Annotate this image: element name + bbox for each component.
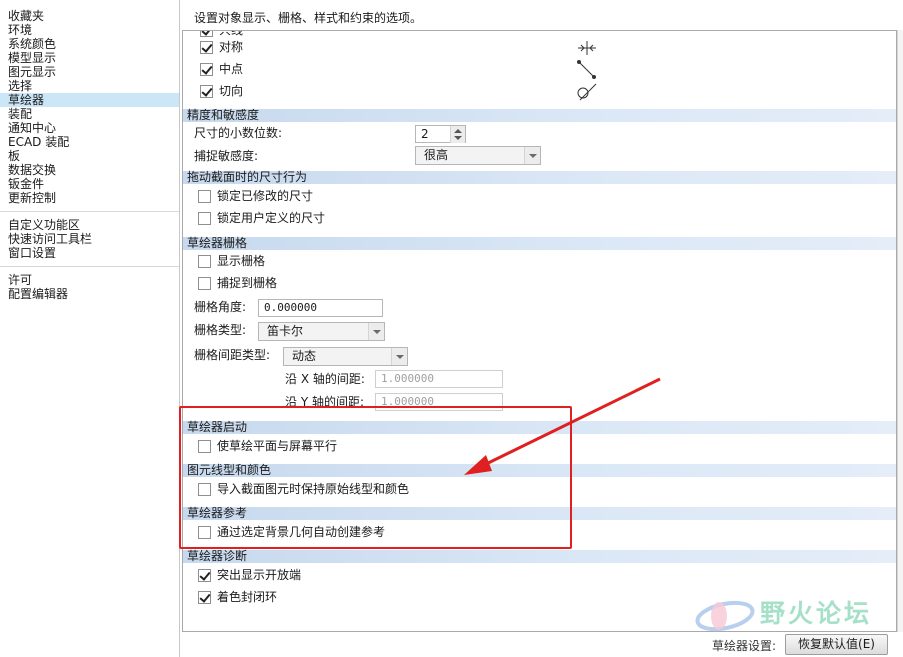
- option-label: 使草绘平面与屏幕平行: [217, 439, 338, 453]
- section-header-grid: 草绘器栅格: [183, 237, 896, 250]
- section-header-precision: 精度和敏感度: [183, 109, 896, 122]
- snap-sensitivity-label: 捕捉敏感度:: [194, 149, 259, 163]
- nav-item[interactable]: 钣金件: [0, 177, 179, 191]
- nav-item[interactable]: 环境: [0, 23, 179, 37]
- option-label: 锁定用户定义的尺寸: [217, 211, 326, 225]
- symmetric-checkbox[interactable]: [200, 41, 213, 54]
- snap-sensitivity-value: 很高: [424, 148, 449, 162]
- symmetric-constraint-icon: [578, 41, 596, 55]
- nav-item[interactable]: 窗口设置: [0, 246, 179, 260]
- sketcher-settings-label: 草绘器设置:: [712, 639, 777, 653]
- y-spacing-label: 沿 Y 轴的间距:: [285, 395, 365, 409]
- nav-item[interactable]: ECAD 装配: [0, 135, 179, 149]
- option-label: 捕捉到栅格: [217, 276, 278, 290]
- align-screen-checkbox[interactable]: [198, 440, 211, 453]
- watermark-text: 野火论坛: [760, 599, 873, 628]
- grid-type-value: 笛卡尔: [267, 324, 304, 338]
- grid-type-label: 栅格类型:: [194, 323, 247, 337]
- section-header-diagnostics: 草绘器诊断: [183, 550, 896, 563]
- nav-item[interactable]: 图元显示: [0, 65, 179, 79]
- decimals-label: 尺寸的小数位数:: [194, 126, 283, 140]
- nav-item[interactable]: 收藏夹: [0, 9, 179, 23]
- lock-user-defined-checkbox[interactable]: [198, 212, 211, 225]
- option-label: 锁定已修改的尺寸: [217, 189, 314, 203]
- grid-type-dropdown[interactable]: 笛卡尔: [258, 322, 385, 341]
- nav-item[interactable]: 许可: [0, 273, 179, 287]
- keep-linestyle-checkbox[interactable]: [198, 483, 211, 496]
- nav-group-main: 收藏夹 环境 系统颜色 模型显示 图元显示 选择 草绘器 装配 通知中心 ECAD 装配板数据交换…: [0, 9, 179, 205]
- nav-divider: [0, 266, 179, 267]
- option-label: 着色封闭环: [217, 590, 278, 604]
- snap-sensitivity-dropdown[interactable]: 很高: [415, 146, 541, 165]
- nav-divider: [0, 211, 179, 212]
- decimals-stepper[interactable]: 2: [415, 125, 466, 143]
- grid-spacing-type-label: 栅格间距类型:: [194, 348, 271, 362]
- chevron-down-icon[interactable]: [368, 323, 384, 340]
- grid-spacing-type-dropdown[interactable]: 动态: [283, 347, 408, 366]
- restore-defaults-button[interactable]: 恢复默认值(E): [785, 634, 888, 655]
- midpoint-checkbox[interactable]: [200, 63, 213, 76]
- category-nav: 收藏夹 环境 系统颜色 模型显示 图元显示 选择 草绘器 装配 通知中心 ECAD 装配板数据交换…: [0, 0, 180, 657]
- collinear-checkbox[interactable]: [200, 31, 213, 37]
- nav-item[interactable]: 选择: [0, 79, 179, 93]
- midpoint-constraint-icon: [577, 60, 596, 79]
- nav-item[interactable]: 快速访问工具栏: [0, 232, 179, 246]
- grid-angle-input[interactable]: 0.000000: [258, 299, 383, 317]
- constraint-label: 切向: [219, 84, 244, 98]
- sketcher-options-panel[interactable]: 共线 对称 中点 切向 精度和敏感度 尺寸的小数位数: 2 捕捉敏感度: 很高: [182, 30, 897, 632]
- constraint-label: 对称: [219, 40, 244, 54]
- page-description: 设置对象显示、栅格、样式和约束的选项。: [194, 11, 423, 25]
- nav-item[interactable]: 板: [0, 149, 179, 163]
- nav-item[interactable]: 更新控制: [0, 191, 179, 205]
- nav-item[interactable]: 系统颜色: [0, 37, 179, 51]
- shade-closed-checkbox[interactable]: [198, 591, 211, 604]
- auto-reference-checkbox[interactable]: [198, 526, 211, 539]
- panel-scrollbar[interactable]: [897, 30, 903, 632]
- nav-item[interactable]: 配置编辑器: [0, 287, 179, 301]
- nav-item[interactable]: 通知中心: [0, 121, 179, 135]
- nav-item[interactable]: 装配: [0, 107, 179, 121]
- option-label: 通过选定背景几何自动创建参考: [217, 525, 386, 539]
- grid-angle-label: 栅格角度:: [194, 300, 247, 314]
- nav-item[interactable]: 数据交换: [0, 163, 179, 177]
- y-spacing-input: 1.000000: [375, 393, 503, 411]
- nav-item[interactable]: 草绘器: [0, 93, 179, 107]
- section-header-reference: 草绘器参考: [183, 507, 896, 520]
- show-grid-checkbox[interactable]: [198, 255, 211, 268]
- section-header-drag: 拖动截面时的尺寸行为: [183, 171, 896, 184]
- grid-spacing-type-value: 动态: [292, 349, 317, 363]
- nav-item[interactable]: 自定义功能区: [0, 218, 179, 232]
- tangent-checkbox[interactable]: [200, 85, 213, 98]
- decimals-value: 2: [421, 127, 429, 141]
- option-label: 显示栅格: [217, 254, 266, 268]
- constraint-label: 中点: [219, 62, 244, 76]
- snap-grid-checkbox[interactable]: [198, 277, 211, 290]
- x-spacing-input: 1.000000: [375, 370, 503, 388]
- option-label: 突出显示开放端: [217, 568, 302, 582]
- chevron-down-icon[interactable]: [391, 348, 407, 365]
- section-header-linestyle: 图元线型和颜色: [183, 464, 896, 477]
- x-spacing-label: 沿 X 轴的间距:: [285, 372, 365, 386]
- nav-group-customize: 自定义功能区 快速访问工具栏 窗口设置: [0, 218, 179, 260]
- tangent-constraint-icon: [577, 83, 597, 101]
- spinner-arrows-icon[interactable]: [450, 126, 465, 143]
- nav-item[interactable]: 模型显示: [0, 51, 179, 65]
- chevron-down-icon[interactable]: [524, 147, 540, 164]
- option-label: 导入截面图元时保持原始线型和颜色: [217, 482, 410, 496]
- section-header-startup: 草绘器启动: [183, 421, 896, 434]
- nav-group-license: 许可 配置编辑器: [0, 273, 179, 301]
- lock-modified-checkbox[interactable]: [198, 190, 211, 203]
- highlight-open-checkbox[interactable]: [198, 569, 211, 582]
